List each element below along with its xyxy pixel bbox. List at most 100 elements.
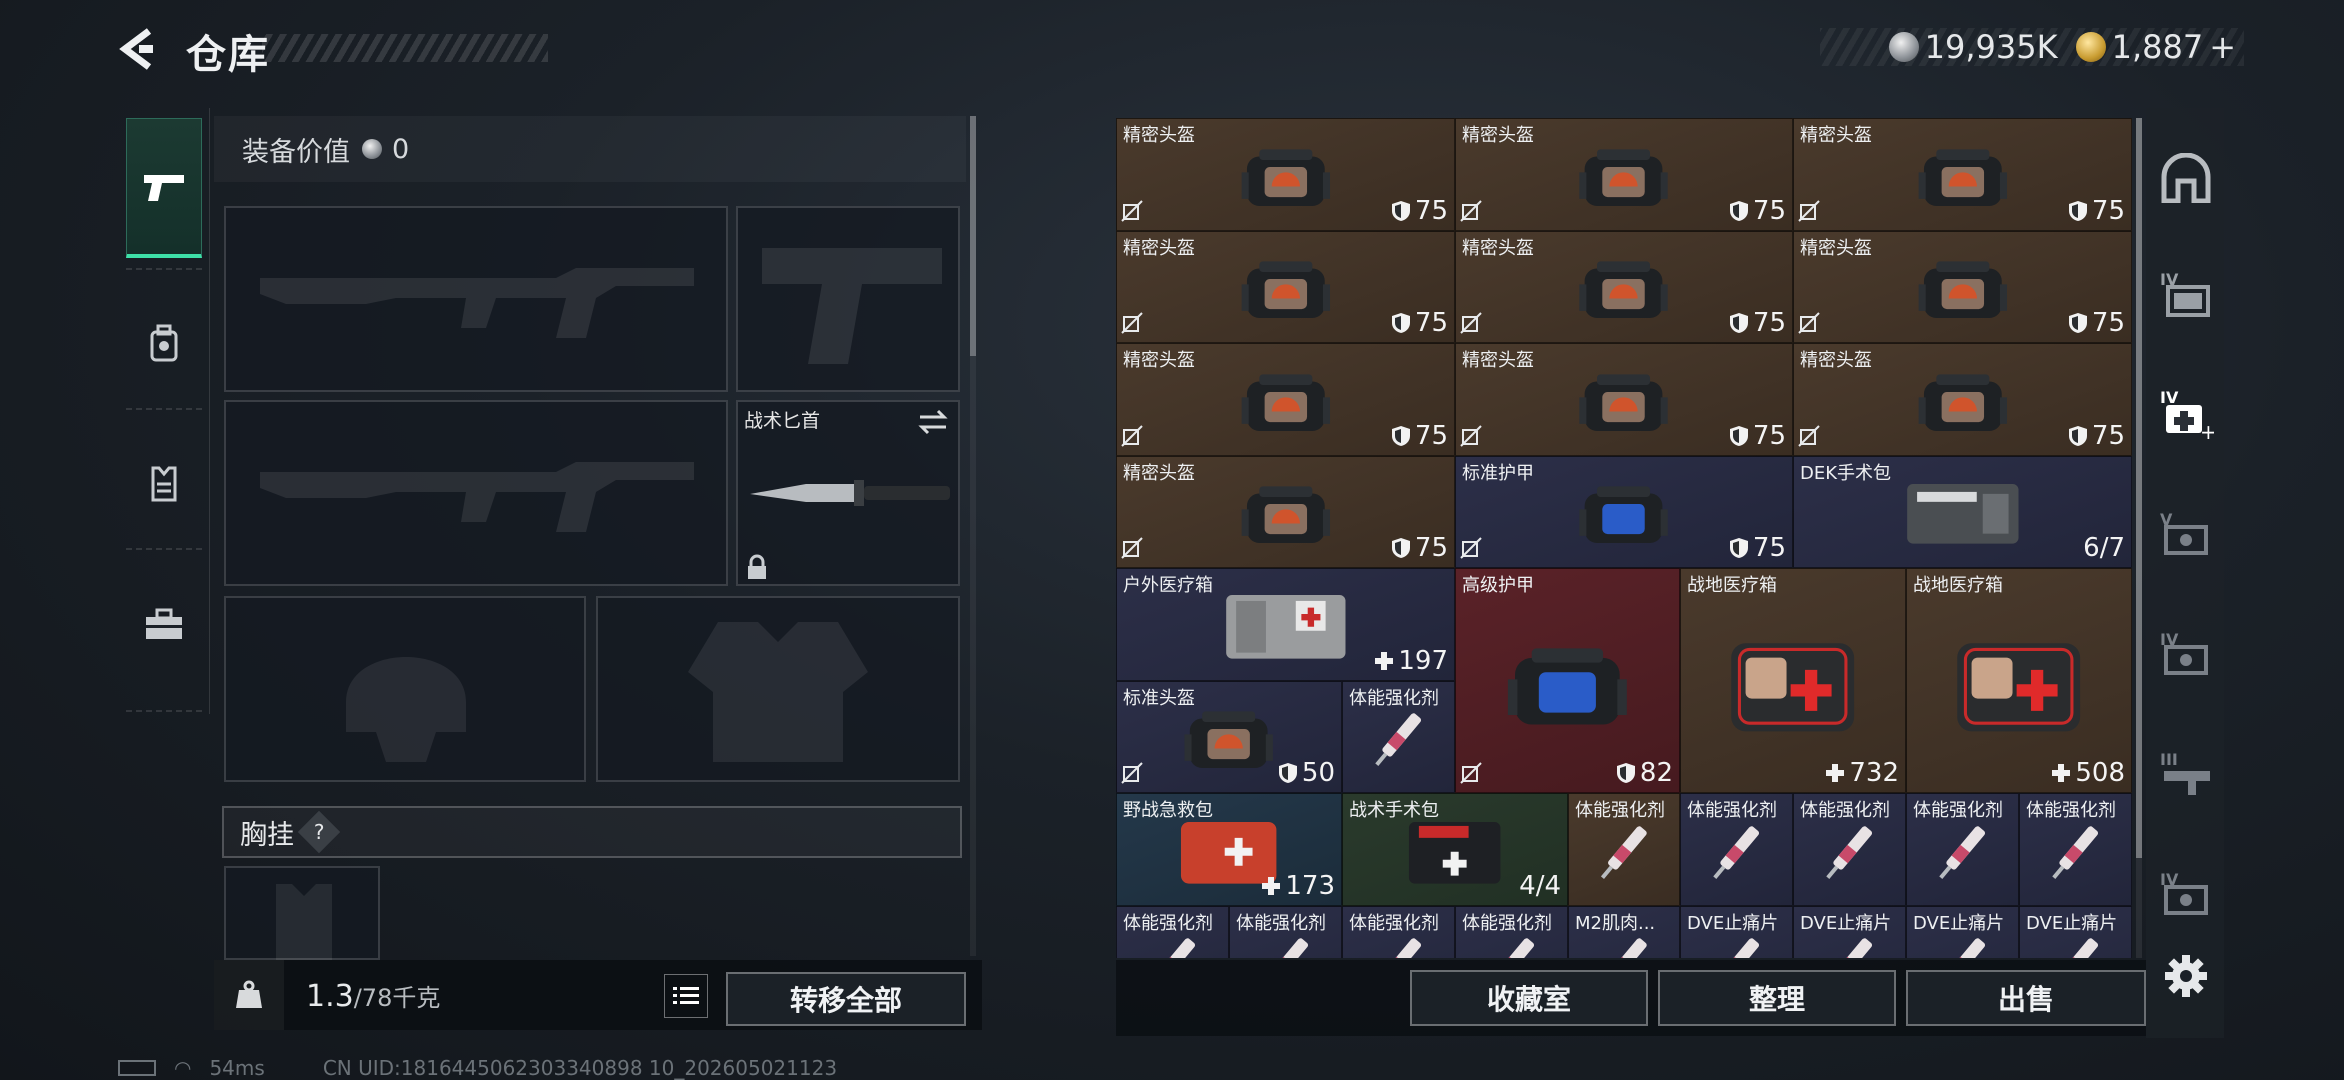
- armor-slot[interactable]: [596, 596, 960, 782]
- equipment-value-bar: 装备价值 0: [214, 116, 966, 182]
- inventory-item[interactable]: 户外医疗箱 197: [1116, 568, 1455, 681]
- inventory-item[interactable]: M2肌肉...: [1568, 905, 1680, 958]
- inventory-item[interactable]: DEK手术包 6/7: [1793, 455, 2132, 568]
- inventory-item[interactable]: 体能强化剂: [1568, 793, 1680, 906]
- inventory-item[interactable]: DVE止痛片: [1906, 905, 2019, 958]
- helmet-slot[interactable]: [224, 596, 586, 782]
- inventory-item[interactable]: 高级护甲 82: [1455, 568, 1680, 793]
- inventory-item[interactable]: 体能强化剂: [1680, 793, 1793, 906]
- primary-weapon-slot[interactable]: [224, 206, 728, 392]
- toolbox-icon: [146, 608, 182, 639]
- inventory-item[interactable]: 战地医疗箱 508: [1906, 568, 2132, 793]
- chest-rig-header: 胸挂 ?: [222, 806, 962, 858]
- tab-weapons[interactable]: [126, 118, 202, 258]
- helmet-icon: [1178, 137, 1394, 217]
- inventory-item[interactable]: 体能强化剂: [2019, 793, 2132, 906]
- inventory-item[interactable]: 体能强化剂: [1342, 905, 1455, 958]
- transfer-all-button[interactable]: 转移全部: [726, 972, 966, 1026]
- plus-icon: [2052, 764, 2071, 782]
- tier5-armor-icon[interactable]: V: [2154, 502, 2218, 566]
- inventory-item[interactable]: 精密头盔 75: [1793, 118, 2132, 231]
- inventory-item[interactable]: 标准护甲 75: [1455, 455, 1793, 568]
- helmet-icon: [1178, 249, 1394, 329]
- collection-room-button[interactable]: 收藏室: [1410, 970, 1648, 1026]
- tier4-gear-icon[interactable]: IV: [2154, 862, 2218, 926]
- inventory-item[interactable]: 精密头盔 75: [1455, 118, 1793, 231]
- add-currency-button[interactable]: +: [2209, 28, 2236, 66]
- item-value: 75: [2068, 308, 2125, 338]
- title-decoration: [262, 34, 548, 62]
- loadout-scroll-thumb[interactable]: [970, 116, 976, 356]
- inventory-item[interactable]: 战术手术包 4/4: [1342, 793, 1568, 906]
- inventory-item[interactable]: 精密头盔 75: [1793, 343, 2132, 456]
- item-value: 75: [1391, 196, 1448, 226]
- tier3-weapon-icon[interactable]: III: [2154, 742, 2218, 806]
- tier4-armor-icon[interactable]: IV: [2154, 622, 2218, 686]
- inventory-scroll-thumb[interactable]: [2136, 118, 2142, 858]
- gold-currency[interactable]: 1,887 +: [2075, 28, 2236, 66]
- outdoor-icon: [1178, 587, 1394, 667]
- inventory-item[interactable]: DVE止痛片: [2019, 905, 2132, 958]
- inventory-item[interactable]: 体能强化剂: [1116, 905, 1229, 958]
- armor-icon: [1516, 474, 1731, 554]
- item-name: 体能强化剂: [1462, 912, 1552, 934]
- knife-slot[interactable]: 战术匕首: [736, 400, 960, 586]
- inventory-item[interactable]: 精密头盔 75: [1793, 230, 2132, 343]
- inventory-item[interactable]: 精密头盔 75: [1116, 230, 1455, 343]
- no-insure-icon: [1121, 537, 1143, 563]
- inventory-item[interactable]: 精密头盔 75: [1116, 118, 1455, 231]
- tab-toolbox[interactable]: [126, 554, 202, 694]
- tab-divider: [126, 408, 202, 410]
- item-name: 体能强化剂: [2026, 800, 2116, 821]
- item-name: 精密头盔: [1123, 462, 1195, 484]
- list-view-button[interactable]: [664, 974, 708, 1018]
- help-icon[interactable]: ?: [297, 810, 341, 854]
- item-name: 户外医疗箱: [1123, 575, 1213, 596]
- tier4-container-icon[interactable]: IV: [2154, 262, 2218, 326]
- safe-room-icon[interactable]: [2154, 146, 2218, 210]
- inventory-item[interactable]: 标准头盔 50: [1116, 680, 1342, 793]
- inventory-item[interactable]: 精密头盔 75: [1116, 343, 1455, 456]
- inventory-item[interactable]: 战地医疗箱 732: [1680, 568, 1906, 793]
- tab-backpack[interactable]: [126, 274, 202, 414]
- organize-button[interactable]: 整理: [1658, 970, 1896, 1026]
- inventory-item[interactable]: DVE止痛片: [1680, 905, 1793, 958]
- knife-icon: [750, 480, 950, 506]
- item-value: 197: [1374, 646, 1448, 676]
- silver-coin-icon: [362, 139, 382, 159]
- svg-text:IV: IV: [2160, 388, 2179, 407]
- inventory-item[interactable]: 体能强化剂: [1455, 905, 1568, 958]
- inventory-item[interactable]: 体能强化剂: [1793, 793, 1906, 906]
- tab-divider: [126, 268, 202, 270]
- chest-rig-slot[interactable]: [224, 866, 380, 960]
- svg-text:III: III: [2160, 750, 2178, 769]
- darkkit-icon: [1383, 812, 1526, 892]
- back-button[interactable]: [112, 22, 162, 76]
- inventory-item[interactable]: 体能强化剂: [1906, 793, 2019, 906]
- weight-button[interactable]: [214, 960, 284, 1030]
- inventory-item[interactable]: 精密头盔 75: [1455, 343, 1793, 456]
- pistol-slot[interactable]: [736, 206, 960, 392]
- item-value: 75: [1391, 533, 1448, 563]
- inventory-item[interactable]: 精密头盔 75: [1116, 455, 1455, 568]
- inventory-item[interactable]: 体能强化剂: [1342, 680, 1455, 793]
- helmet-icon: [1516, 362, 1731, 442]
- sell-button[interactable]: 出售: [1906, 970, 2146, 1026]
- inventory-item[interactable]: 精密头盔 75: [1455, 230, 1793, 343]
- item-value: 732: [1825, 758, 1899, 788]
- shield-icon: [1729, 538, 1748, 558]
- swap-icon[interactable]: [916, 408, 950, 436]
- inventory-item[interactable]: 体能强化剂: [1229, 905, 1342, 958]
- kit-icon: [1855, 474, 2071, 554]
- svg-text:+: +: [2200, 420, 2214, 441]
- inventory-item[interactable]: 野战急救包 173: [1116, 793, 1342, 906]
- tab-vest[interactable]: [126, 414, 202, 554]
- item-name: DVE止痛片: [2026, 912, 2118, 934]
- settings-gear-icon[interactable]: [2154, 944, 2218, 1008]
- shield-icon: [1729, 313, 1748, 333]
- inventory-item[interactable]: DVE止痛片: [1793, 905, 1906, 958]
- tab-divider: [126, 710, 202, 712]
- tier4-medkit-icon[interactable]: IV +: [2154, 382, 2218, 446]
- item-name: 精密头盔: [1123, 125, 1195, 146]
- secondary-weapon-slot[interactable]: [224, 400, 728, 586]
